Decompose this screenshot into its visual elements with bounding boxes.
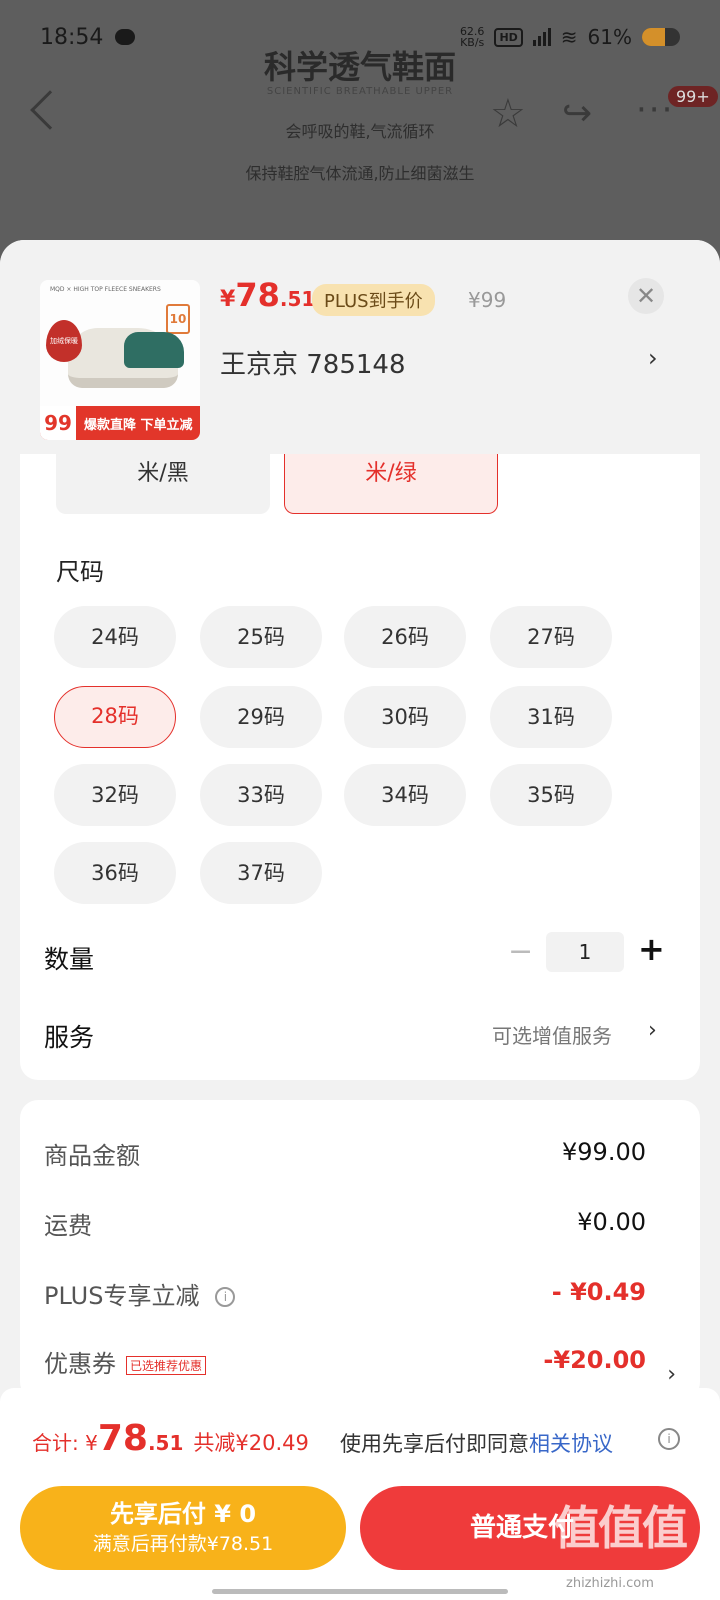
plus-discount-row: PLUS专享立减 i [44, 1276, 236, 1311]
size-option[interactable]: 27码 [490, 606, 612, 668]
home-indicator[interactable] [212, 1589, 508, 1594]
size-option[interactable]: 31码 [490, 686, 612, 748]
bg-title: 科学透气鞋面 [263, 48, 456, 86]
sheet-header: MQD × HIGH TOP FLEECE SNEAKERS 10 加绒保暖 9… [0, 240, 720, 464]
close-icon[interactable]: ✕ [628, 278, 664, 314]
shoe-image-accent [124, 332, 184, 368]
checkout-footer: 合计: ¥78.51 共减¥20.49 使用先享后付即同意相关协议 i 先享后付 … [0, 1388, 720, 1600]
thumb-flame-badge: 加绒保暖 [46, 320, 82, 362]
size-option[interactable]: 37码 [200, 842, 322, 904]
size-option-selected[interactable]: 28码 [54, 686, 176, 748]
original-price: ¥99 [468, 288, 507, 312]
plus-discount-label: PLUS专享立减 [44, 1282, 200, 1310]
watermark-logo: 值值值 [554, 1501, 688, 1555]
size-option[interactable]: 29码 [200, 686, 322, 748]
service-label: 服务 [44, 1023, 95, 1052]
goods-amount-label: 商品金额 [44, 1142, 140, 1170]
size-option[interactable]: 32码 [54, 764, 176, 826]
message-badge: 99+ [668, 86, 718, 107]
agreement-link[interactable]: 相关协议 [529, 1432, 613, 1456]
info-icon[interactable]: i [215, 1287, 236, 1307]
agreement-text: 使用先享后付即同意相关协议 [340, 1432, 613, 1456]
chevron-right-icon[interactable]: › [648, 344, 658, 372]
thumb-badge: 10 [166, 304, 190, 334]
pay-later-button[interactable]: 先享后付 ¥ 0 满意后再付款¥78.51 [20, 1486, 346, 1570]
size-option[interactable]: 35码 [490, 764, 612, 826]
shipping-value: ¥0.00 [577, 1208, 646, 1236]
size-option[interactable]: 33码 [200, 764, 322, 826]
color-option-selected[interactable]: 米/绿 [284, 454, 498, 514]
favorite-star-icon[interactable]: ☆ [490, 94, 526, 134]
thumb-banner: 99 爆款直降 下单立减 [40, 406, 200, 440]
size-option[interactable]: 24码 [54, 606, 176, 668]
total-savings: 共减¥20.49 [193, 1431, 309, 1455]
sku-sheet: MQD × HIGH TOP FLEECE SNEAKERS 10 加绒保暖 9… [0, 240, 720, 1600]
selected-spec-text: 王京京 785148 [220, 350, 406, 380]
thumb-price: 99 [40, 406, 76, 440]
coupon-tag: 已选推荐优惠 [126, 1355, 207, 1375]
product-thumbnail[interactable]: MQD × HIGH TOP FLEECE SNEAKERS 10 加绒保暖 9… [40, 280, 200, 440]
background-page: 18:54 62.6 KB/s HD ≋ 61% 科学透气鞋面 SCIENTIFI… [0, 0, 720, 260]
total-price: 合计: ¥78.51 共减¥20.49 [32, 1418, 309, 1459]
coupon-label: 优惠券 [44, 1350, 116, 1378]
quantity-input[interactable]: 1 [546, 932, 624, 972]
chevron-right-icon[interactable]: › [648, 1018, 657, 1043]
spec-card: 米/黑 米/绿 尺码 24码 25码 26码 27码 28码 29码 30码 3… [20, 454, 700, 1080]
quantity-label: 数量 [44, 945, 95, 974]
size-option[interactable]: 34码 [344, 764, 466, 826]
price-breakdown-card: 商品金额 ¥99.00 运费 ¥0.00 PLUS专享立减 i - ¥0.49 优… [20, 1100, 700, 1400]
plus-price-tag: PLUS到手价 [312, 284, 435, 316]
size-option[interactable]: 36码 [54, 842, 176, 904]
bg-line2: 保持鞋腔气体流通,防止细菌滋生 [245, 164, 475, 183]
coupon-row[interactable]: 优惠券 已选推荐优惠 [44, 1344, 207, 1379]
plus-discount-value: - ¥0.49 [551, 1278, 646, 1306]
service-value[interactable]: 可选增值服务 [492, 1020, 612, 1049]
goods-amount-value: ¥99.00 [562, 1138, 646, 1166]
shipping-label: 运费 [44, 1212, 92, 1240]
watermark-url: zhizhizhi.com [566, 1576, 654, 1591]
bg-subtitle-en: SCIENTIFIC BREATHABLE UPPER [266, 86, 454, 97]
quantity-plus-button[interactable]: + [638, 930, 665, 968]
info-icon[interactable]: i [658, 1428, 680, 1450]
bg-line1: 会呼吸的鞋,气流循环 [285, 122, 435, 141]
product-price: ¥78.51 [220, 276, 316, 314]
thumb-top-text: MQD × HIGH TOP FLEECE SNEAKERS [50, 286, 161, 293]
size-option[interactable]: 25码 [200, 606, 322, 668]
quantity-minus-button[interactable]: − [508, 934, 533, 969]
size-option[interactable]: 26码 [344, 606, 466, 668]
share-icon[interactable]: ↪ [562, 96, 592, 132]
thumb-banner-text: 爆款直降 下单立减 [84, 417, 193, 433]
size-title: 尺码 [56, 558, 104, 586]
color-option[interactable]: 米/黑 [56, 454, 270, 514]
coupon-value[interactable]: -¥20.00 [543, 1346, 646, 1374]
size-option[interactable]: 30码 [344, 686, 466, 748]
chevron-right-icon[interactable]: › [667, 1362, 676, 1387]
